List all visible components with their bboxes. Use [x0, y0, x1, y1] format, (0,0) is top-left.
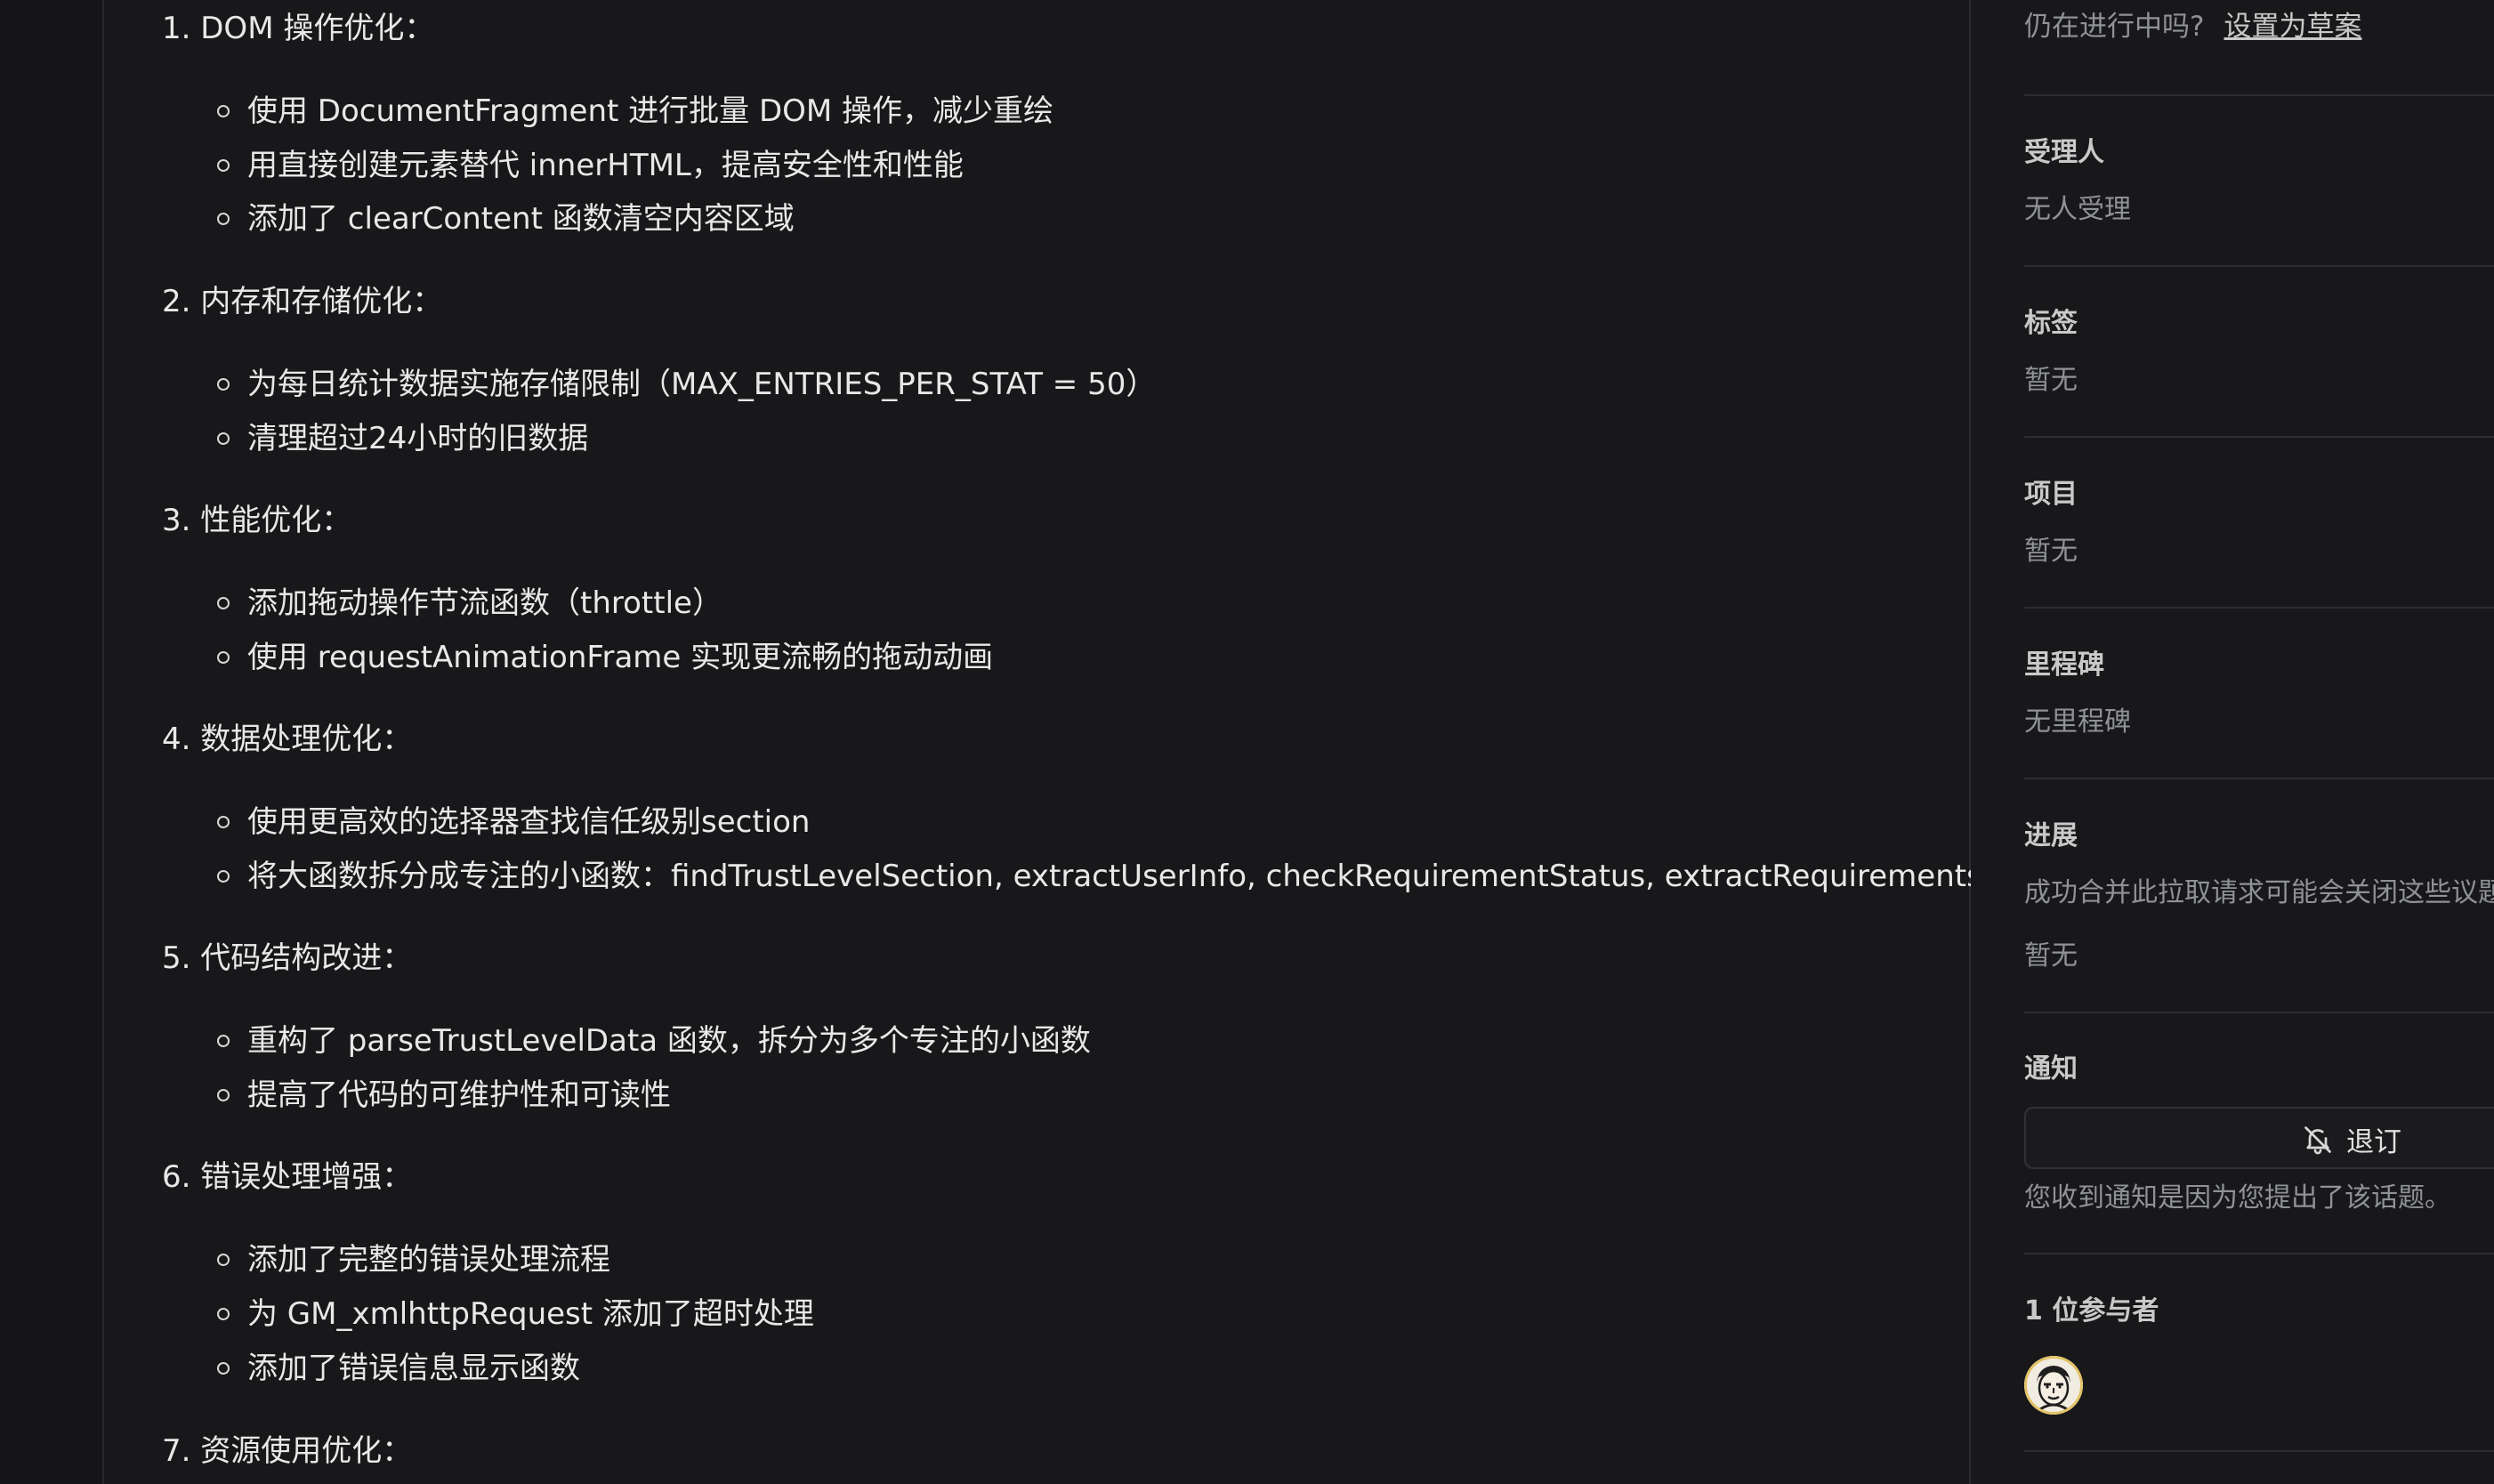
bullet-icon — [217, 1254, 230, 1266]
list-item-text: 添加了完整的错误处理流程 — [247, 1242, 610, 1278]
labels-value: 暂无 — [2024, 365, 2078, 396]
bullet-icon — [217, 597, 230, 609]
page: 1. DOM 操作优化： 使用 DocumentFragment 进行批量 DO… — [0, 0, 2494, 1484]
list-item-text: 将大函数拆分成专注的小函数：findTrustLevelSection, ext… — [247, 859, 2022, 894]
list-item-text: 使用更高效的选择器查找信任级别section — [247, 804, 811, 840]
bullet-icon — [217, 870, 230, 883]
labels-heading[interactable]: 标签 — [2024, 306, 2078, 342]
list-item: 使用 DocumentFragment 进行批量 DOM 操作，减少重绘 — [217, 90, 1054, 133]
list-item-text: 添加了错误信息显示函数 — [247, 1351, 580, 1386]
section-title: 4. 数据处理优化： — [162, 722, 413, 757]
list-item: 添加了错误信息显示函数 — [217, 1347, 580, 1390]
list-item: 用直接创建元素替代 innerHTML，提高安全性和性能 — [217, 144, 964, 187]
list-item: 提高了代码的可维护性和可读性 — [217, 1074, 671, 1117]
section-title: 2. 内存和存储优化： — [162, 284, 443, 319]
list-item-text: 为每日统计数据实施存储限制（MAX_ENTRIES_PER_STAT = 50） — [247, 367, 1157, 402]
notification-reason: 您收到通知是因为您提出了该话题。 — [2024, 1182, 2451, 1214]
bullet-icon — [217, 1308, 230, 1320]
divider — [2024, 1012, 2494, 1013]
bullet-icon — [217, 378, 230, 391]
unsubscribe-button-content: 退订 — [2302, 1119, 2401, 1159]
bullet-icon — [217, 213, 230, 225]
development-heading[interactable]: 进展 — [2024, 819, 2078, 854]
list-item-text: 添加拖动操作节流函数（throttle） — [247, 585, 722, 621]
bullet-icon — [217, 432, 230, 445]
bullet-icon — [217, 651, 230, 664]
bullet-icon — [217, 1362, 230, 1375]
divider — [2024, 265, 2494, 267]
bell-slash-icon — [2304, 1125, 2331, 1154]
convert-to-draft-link[interactable]: 设置为草案 — [2224, 11, 2361, 43]
participants-heading: 1 位参与者 — [2024, 1295, 2159, 1327]
section-title: 3. 性能优化： — [162, 503, 352, 538]
list-item-text: 清理超过24小时的旧数据 — [247, 421, 589, 456]
milestone-value: 无里程碑 — [2024, 706, 2131, 738]
list-item: 使用 requestAnimationFrame 实现更流畅的拖动动画 — [217, 636, 994, 679]
list-item: 使用更高效的选择器查找信任级别section — [217, 801, 811, 843]
list-item: 清理超过24小时的旧数据 — [217, 417, 589, 460]
list-item-text: 使用 DocumentFragment 进行批量 DOM 操作，减少重绘 — [247, 93, 1054, 129]
list-item-text: 添加了 clearContent 函数清空内容区域 — [247, 201, 795, 237]
list-item: 添加了完整的错误处理流程 — [217, 1238, 610, 1281]
draft-row: 仍在进行中吗? 设置为草案 — [2024, 4, 2361, 44]
unsubscribe-button[interactable]: 退订 — [2024, 1107, 2494, 1169]
development-note: 成功合并此拉取请求可能会关闭这些议题 — [2024, 877, 2494, 908]
pr-sidebar: 仍在进行中吗? 设置为草案 受理人 无人受理 标签 暂无 项目 暂无 里程碑 无里… — [1971, 0, 2494, 1484]
section-title: 6. 错误处理增强： — [162, 1159, 413, 1195]
list-item: 添加拖动操作节流函数（throttle） — [217, 582, 722, 625]
list-item-text: 为 GM_xmlhttpRequest 添加了超时处理 — [247, 1296, 814, 1332]
divider — [2024, 436, 2494, 438]
list-item: 将大函数拆分成专注的小函数：findTrustLevelSection, ext… — [217, 855, 2022, 898]
left-gutter — [0, 0, 104, 1484]
unsubscribe-label: 退订 — [2346, 1126, 2401, 1158]
divider — [2024, 94, 2494, 96]
list-item-text: 用直接创建元素替代 innerHTML，提高安全性和性能 — [247, 148, 964, 183]
divider — [2024, 1450, 2494, 1452]
projects-heading[interactable]: 项目 — [2024, 477, 2078, 512]
divider — [2024, 1253, 2494, 1254]
section-title: 1. DOM 操作优化： — [162, 11, 435, 46]
development-value: 暂无 — [2024, 940, 2078, 972]
assignees-heading[interactable]: 受理人 — [2024, 135, 2104, 171]
list-item: 为 GM_xmlhttpRequest 添加了超时处理 — [217, 1293, 814, 1335]
bullet-icon — [217, 1089, 230, 1101]
bullet-icon — [217, 1035, 230, 1047]
list-item-text: 提高了代码的可维护性和可读性 — [247, 1077, 671, 1113]
bullet-icon — [217, 816, 230, 828]
milestone-heading[interactable]: 里程碑 — [2024, 648, 2104, 683]
divider — [2024, 607, 2494, 609]
list-item: 重构了 parseTrustLevelData 函数，拆分为多个专注的小函数 — [217, 1020, 1091, 1062]
section-title: 7. 资源使用优化： — [162, 1433, 413, 1469]
list-item: 添加了 clearContent 函数清空内容区域 — [217, 198, 795, 240]
notifications-heading: 通知 — [2024, 1053, 2078, 1085]
draft-question: 仍在进行中吗? — [2024, 11, 2205, 43]
list-item-text: 重构了 parseTrustLevelData 函数，拆分为多个专注的小函数 — [247, 1023, 1091, 1059]
bullet-icon — [217, 159, 230, 172]
list-item: 为每日统计数据实施存储限制（MAX_ENTRIES_PER_STAT = 50） — [217, 363, 1157, 406]
bullet-icon — [217, 105, 230, 117]
avatar-icon — [2024, 1356, 2083, 1415]
assignees-value: 无人受理 — [2024, 194, 2131, 225]
projects-value: 暂无 — [2024, 536, 2078, 567]
section-title: 5. 代码结构改进： — [162, 940, 413, 976]
divider — [2024, 778, 2494, 779]
participant-avatar[interactable] — [2024, 1356, 2083, 1415]
list-item-text: 使用 requestAnimationFrame 实现更流畅的拖动动画 — [247, 640, 994, 675]
